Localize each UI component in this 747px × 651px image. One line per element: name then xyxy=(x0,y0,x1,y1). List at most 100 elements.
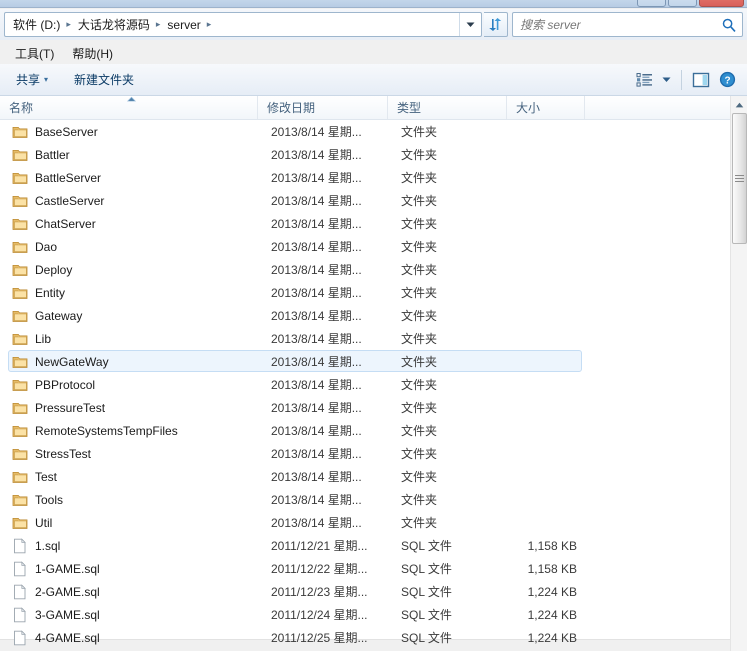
menu-item-help[interactable]: 帮助(H) xyxy=(63,42,122,65)
cell-name: ChatServer xyxy=(0,216,258,232)
folder-icon xyxy=(12,354,28,370)
folder-icon xyxy=(12,515,28,531)
change-view-button[interactable] xyxy=(632,68,656,92)
view-dropdown-button[interactable] xyxy=(658,68,674,92)
table-row[interactable]: Deploy2013/8/14 星期...文件夹 xyxy=(0,258,747,281)
cell-date: 2013/8/14 星期... xyxy=(258,399,388,416)
cell-type: 文件夹 xyxy=(388,330,507,347)
table-row[interactable]: PBProtocol2013/8/14 星期...文件夹 xyxy=(0,373,747,396)
table-row[interactable]: ChatServer2013/8/14 星期...文件夹 xyxy=(0,212,747,235)
cell-name: Battler xyxy=(0,147,258,163)
cell-type: 文件夹 xyxy=(388,192,507,209)
cell-size: 1,224 KB xyxy=(507,631,585,645)
cell-date: 2013/8/14 星期... xyxy=(258,146,388,163)
file-name-label: PBProtocol xyxy=(35,378,95,392)
column-header-date[interactable]: 修改日期 xyxy=(258,96,388,119)
table-row[interactable]: Tools2013/8/14 星期...文件夹 xyxy=(0,488,747,511)
refresh-button[interactable] xyxy=(484,12,508,37)
column-header-type[interactable]: 类型 xyxy=(388,96,507,119)
cell-type: SQL 文件 xyxy=(388,629,507,646)
help-button[interactable]: ? xyxy=(715,68,739,92)
folder-icon xyxy=(12,492,28,508)
table-row[interactable]: Gateway2013/8/14 星期...文件夹 xyxy=(0,304,747,327)
file-name-label: ChatServer xyxy=(35,217,96,231)
column-header-size[interactable]: 大小 xyxy=(507,96,585,119)
share-button[interactable]: 共享 ▾ xyxy=(6,68,58,92)
file-icon xyxy=(12,630,28,646)
table-row[interactable]: BattleServer2013/8/14 星期...文件夹 xyxy=(0,166,747,189)
breadcrumb-item-server[interactable]: server xyxy=(165,16,202,34)
file-name-label: 1.sql xyxy=(35,539,60,553)
preview-pane-button[interactable] xyxy=(689,68,713,92)
address-history-dropdown[interactable] xyxy=(459,13,481,36)
folder-icon xyxy=(12,469,28,485)
file-icon xyxy=(12,538,28,554)
close-button[interactable] xyxy=(699,0,744,7)
search-input[interactable]: 搜索 server xyxy=(512,12,743,37)
column-header-date-label: 修改日期 xyxy=(267,99,315,116)
cell-type: SQL 文件 xyxy=(388,606,507,623)
column-header-type-label: 类型 xyxy=(397,99,421,116)
breadcrumb-item-drive[interactable]: 软件 (D:) xyxy=(11,14,62,35)
cell-date: 2013/8/14 星期... xyxy=(258,123,388,140)
table-row[interactable]: 2-GAME.sql2011/12/23 星期...SQL 文件1,224 KB xyxy=(0,580,747,603)
menu-item-tools[interactable]: 工具(T) xyxy=(6,42,63,65)
view-list-icon xyxy=(636,72,653,87)
breadcrumb-item-folder[interactable]: 大话龙将源码 xyxy=(76,14,152,35)
search-icon[interactable] xyxy=(716,18,742,32)
cell-size: 1,158 KB xyxy=(507,539,585,553)
table-row[interactable]: Util2013/8/14 星期...文件夹 xyxy=(0,511,747,534)
cell-date: 2013/8/14 星期... xyxy=(258,330,388,347)
file-icon xyxy=(12,607,28,623)
folder-icon xyxy=(12,400,28,416)
table-row[interactable]: Lib2013/8/14 星期...文件夹 xyxy=(0,327,747,350)
table-row[interactable]: Dao2013/8/14 星期...文件夹 xyxy=(0,235,747,258)
cell-date: 2013/8/14 星期... xyxy=(258,284,388,301)
cell-date: 2013/8/14 星期... xyxy=(258,192,388,209)
preview-pane-icon xyxy=(692,72,710,88)
cell-date: 2013/8/14 星期... xyxy=(258,169,388,186)
cell-type: 文件夹 xyxy=(388,422,507,439)
folder-icon xyxy=(12,124,28,140)
table-row[interactable]: Entity2013/8/14 星期...文件夹 xyxy=(0,281,747,304)
cell-date: 2011/12/25 星期... xyxy=(258,629,388,646)
cell-size: 1,224 KB xyxy=(507,585,585,599)
cell-date: 2013/8/14 星期... xyxy=(258,238,388,255)
cell-name: Lib xyxy=(0,331,258,347)
table-row[interactable]: StressTest2013/8/14 星期...文件夹 xyxy=(0,442,747,465)
table-row[interactable]: 3-GAME.sql2011/12/24 星期...SQL 文件1,224 KB xyxy=(0,603,747,626)
table-row[interactable]: NewGateWay2013/8/14 星期...文件夹 xyxy=(0,350,747,373)
address-bar[interactable]: 软件 (D:) ▸ 大话龙将源码 ▸ server ▸ xyxy=(4,12,482,37)
vertical-scrollbar[interactable] xyxy=(730,96,747,651)
file-name-label: PressureTest xyxy=(35,401,105,415)
folder-icon xyxy=(12,216,28,232)
table-row[interactable]: 1-GAME.sql2011/12/22 星期...SQL 文件1,158 KB xyxy=(0,557,747,580)
table-row[interactable]: CastleServer2013/8/14 星期...文件夹 xyxy=(0,189,747,212)
folder-icon xyxy=(12,262,28,278)
scrollbar-track[interactable] xyxy=(731,113,747,634)
scroll-up-button[interactable] xyxy=(731,96,747,113)
table-row[interactable]: RemoteSystemsTempFiles2013/8/14 星期...文件夹 xyxy=(0,419,747,442)
cell-type: 文件夹 xyxy=(388,491,507,508)
scrollbar-thumb[interactable] xyxy=(732,113,747,244)
maximize-button[interactable] xyxy=(668,0,697,7)
file-rows[interactable]: BaseServer2013/8/14 星期...文件夹Battler2013/… xyxy=(0,120,747,651)
table-row[interactable]: Test2013/8/14 星期...文件夹 xyxy=(0,465,747,488)
cell-date: 2011/12/21 星期... xyxy=(258,537,388,554)
table-row[interactable]: 1.sql 2011/12/21 星期...SQL 文件1,158 KB xyxy=(0,534,747,557)
table-row[interactable]: PressureTest2013/8/14 星期...文件夹 xyxy=(0,396,747,419)
help-circle-icon: ? xyxy=(719,71,736,88)
cell-name: PBProtocol xyxy=(0,377,258,393)
table-row[interactable]: Battler2013/8/14 星期...文件夹 xyxy=(0,143,747,166)
table-row[interactable]: BaseServer2013/8/14 星期...文件夹 xyxy=(0,120,747,143)
breadcrumb-separator-icon: ▸ xyxy=(203,20,217,29)
cell-date: 2011/12/23 星期... xyxy=(258,583,388,600)
file-icon xyxy=(12,584,28,600)
new-folder-button[interactable]: 新建文件夹 xyxy=(64,68,144,92)
folder-icon xyxy=(12,285,28,301)
file-list-panel: 名称 修改日期 类型 大小 BaseServer2013/8/14 星期...文… xyxy=(0,96,747,651)
file-name-label: Tools xyxy=(35,493,63,507)
cell-type: SQL 文件 xyxy=(388,537,507,554)
minimize-button[interactable] xyxy=(637,0,666,7)
file-name-label: 4-GAME.sql xyxy=(35,631,100,645)
